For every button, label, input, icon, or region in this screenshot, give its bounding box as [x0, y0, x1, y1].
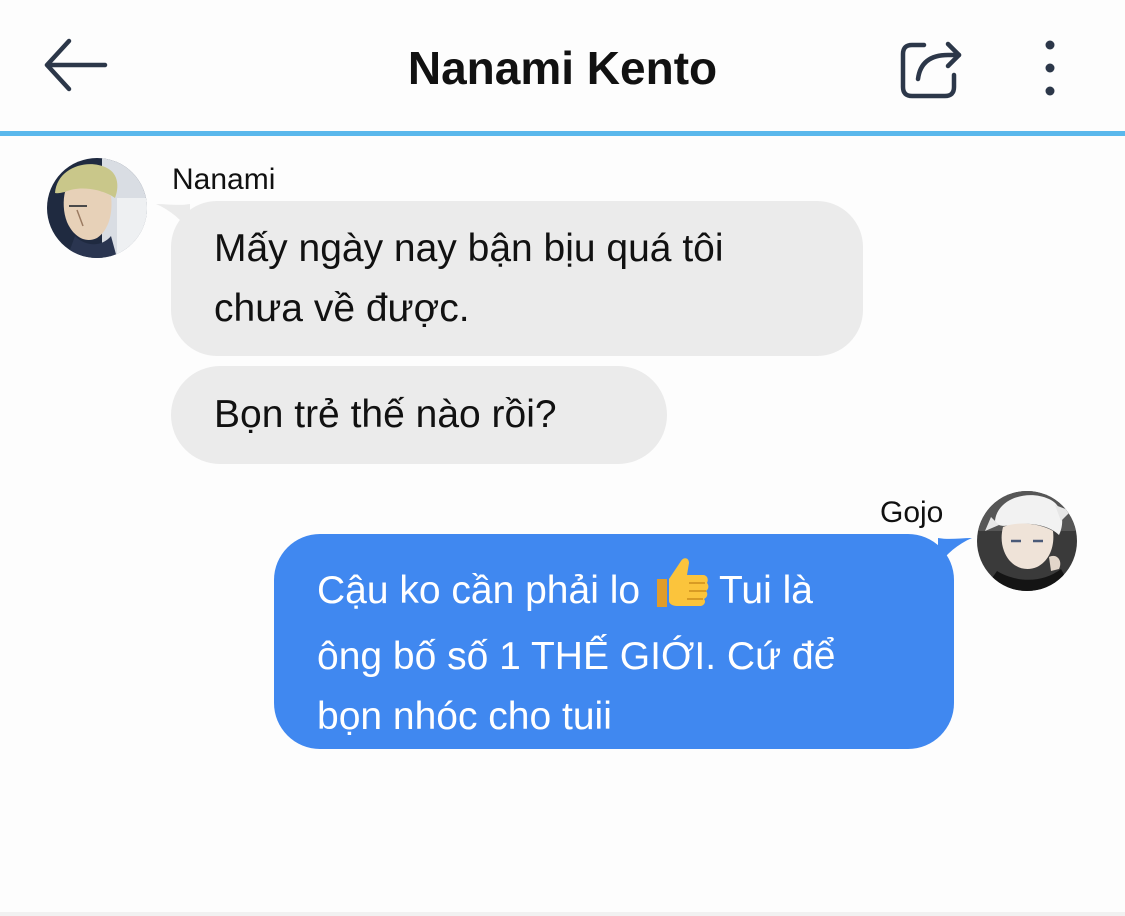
message-text-line: bọn nhóc cho tuii — [317, 695, 612, 738]
message-text-line: Bọn trẻ thế nào rồi? — [214, 393, 557, 436]
thumbs-up-icon — [651, 555, 709, 627]
message-bubble-outgoing[interactable]: Cậu ko cần phải lo Tui là ông bố số 1 TH… — [274, 534, 954, 749]
message-text-line: ông bố số 1 THẾ GIỚI. Cứ để — [317, 635, 836, 678]
message-bubble-incoming[interactable]: Bọn trẻ thế nào rồi? — [171, 366, 667, 464]
back-button[interactable] — [36, 30, 112, 100]
nanami-avatar[interactable] — [47, 158, 147, 258]
more-options-button[interactable] — [1022, 30, 1078, 102]
chat-header: Nanami Kento — [0, 0, 1125, 132]
bottom-divider — [0, 912, 1125, 916]
message-text-line: chưa về được. — [214, 287, 470, 330]
share-icon — [900, 41, 962, 99]
message-text-line: Mấy ngày nay bận bịu quá tôi — [214, 227, 724, 270]
chat-screen: Nanami Kento Nanami Mấy ngày nay bận bịu… — [0, 0, 1125, 916]
conversation-title: Nanami Kento — [407, 42, 718, 94]
message-bubble-incoming[interactable]: Mấy ngày nay bận bịu quá tôi chưa về đượ… — [171, 201, 863, 356]
message-text-line: Cậu ko cần phải lo Tui là — [317, 555, 954, 627]
arrow-left-icon — [44, 38, 108, 92]
share-button[interactable] — [893, 32, 969, 102]
gojo-avatar[interactable] — [977, 491, 1077, 591]
sender-name-gojo: Gojo — [880, 496, 944, 529]
header-divider — [0, 131, 1125, 136]
more-vertical-icon — [1045, 40, 1055, 96]
sender-name-nanami: Nanami — [172, 163, 276, 196]
